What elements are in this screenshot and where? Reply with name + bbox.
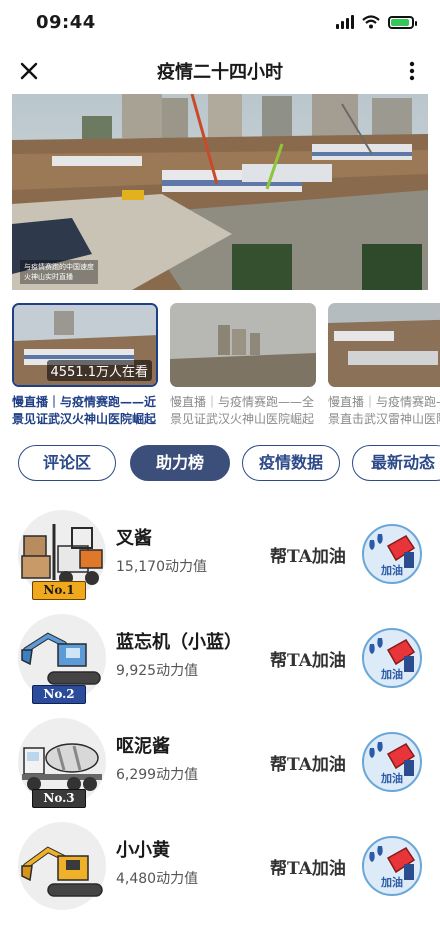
cheer-icon-label: 加油 [381,772,403,785]
rank-badge: No.2 [32,685,86,704]
ranking-row: No.1 叉酱 15,170动力值 帮TA加油 加油 [0,506,440,606]
cheer-button[interactable]: 加油 [360,730,424,794]
live-video-player[interactable]: 与疫情赛跑的中国速度 火神山实时直播 [12,94,428,290]
page-title: 疫情二十四小时 [157,62,283,83]
cheer-button[interactable]: 加油 [360,834,424,898]
more-options-icon[interactable] [402,58,422,84]
live-channel-item[interactable]: 慢直播｜与疫情赛跑——全景见证武汉火神山医院崛起 [170,303,316,428]
cheer-icon-label: 加油 [381,564,403,577]
excavator-blue-icon: No.2 [18,614,106,704]
ranking-score: 6,299动力值 [116,767,199,783]
wifi-icon [362,15,380,29]
ranking-score: 15,170动力值 [116,559,207,575]
cement-mixer-icon: No.3 [18,718,106,808]
tab-latest-news[interactable]: 最新动态 [352,445,440,481]
ranking-name: 蓝忘机（小蓝） [116,632,242,653]
tab-epidemic-data[interactable]: 疫情数据 [242,445,340,481]
cheer-text-button[interactable]: 帮TA加油 [270,542,346,567]
ranking-row: 小小黄 4,480动力值 帮TA加油 加油 [0,818,440,918]
hero-watermark: 与疫情赛跑的中国速度 火神山实时直播 [20,260,98,284]
watermark-line-2: 火神山实时直播 [24,273,73,281]
ranking-row: No.2 蓝忘机（小蓝） 9,925动力值 帮TA加油 加油 [0,610,440,710]
channel-caption: 慢直播｜与疫情赛跑——近景见证武汉火神山医院崛起 [12,395,157,426]
ranking-score: 9,925动力值 [116,663,199,679]
cheer-icon-label: 加油 [381,876,403,889]
rank-badge: No.1 [32,581,86,600]
live-channel-list: 4551.1万人在看 慢直播｜与疫情赛跑——近景见证武汉火神山医院崛起 慢直播｜… [12,303,440,433]
status-bar: 09:44 [0,0,440,48]
cheer-text-button[interactable]: 帮TA加油 [270,646,346,671]
ranking-score: 4,480动力值 [116,871,199,887]
rank-badge: No.3 [32,789,86,808]
cheer-icon-label: 加油 [381,668,403,681]
channel-thumbnail: 4551.1万人在看 [12,303,158,387]
signal-icon [336,15,354,29]
forklift-icon: No.1 [18,510,106,600]
cheer-button[interactable]: 加油 [360,522,424,586]
ranking-name: 叉酱 [116,528,152,549]
tab-support-ranking[interactable]: 助力榜 [130,445,230,481]
channel-thumbnail [328,303,440,387]
watermark-line-1: 与疫情赛跑的中国速度 [24,263,94,271]
ranking-name: 呕泥酱 [116,736,170,757]
battery-icon [388,15,417,29]
ranking-row: No.3 呕泥酱 6,299动力值 帮TA加油 加油 [0,714,440,814]
viewer-count-badge: 4551.1万人在看 [46,360,152,381]
status-icons [336,15,417,29]
ranking-name: 小小黄 [116,840,170,861]
channel-caption: 慢直播｜与疫情赛跑——全景见证武汉火神山医院崛起 [170,395,315,426]
live-channel-item[interactable]: 4551.1万人在看 慢直播｜与疫情赛跑——近景见证武汉火神山医院崛起 [12,303,158,428]
cheer-text-button[interactable]: 帮TA加油 [270,854,346,879]
cheer-button[interactable]: 加油 [360,626,424,690]
live-channel-item[interactable]: 慢直播｜与疫情赛跑——近景直击武汉雷神山医院 [328,303,440,428]
status-time: 09:44 [36,12,96,33]
channel-thumbnail [170,303,316,387]
excavator-yellow-icon [18,822,106,910]
cheer-text-button[interactable]: 帮TA加油 [270,750,346,775]
nav-bar: 疫情二十四小时 [0,48,440,94]
tab-comments[interactable]: 评论区 [18,445,116,481]
tab-bar: 评论区 助力榜 疫情数据 最新动态 [0,445,440,481]
channel-caption: 慢直播｜与疫情赛跑——近景直击武汉雷神山医院 [328,395,440,426]
